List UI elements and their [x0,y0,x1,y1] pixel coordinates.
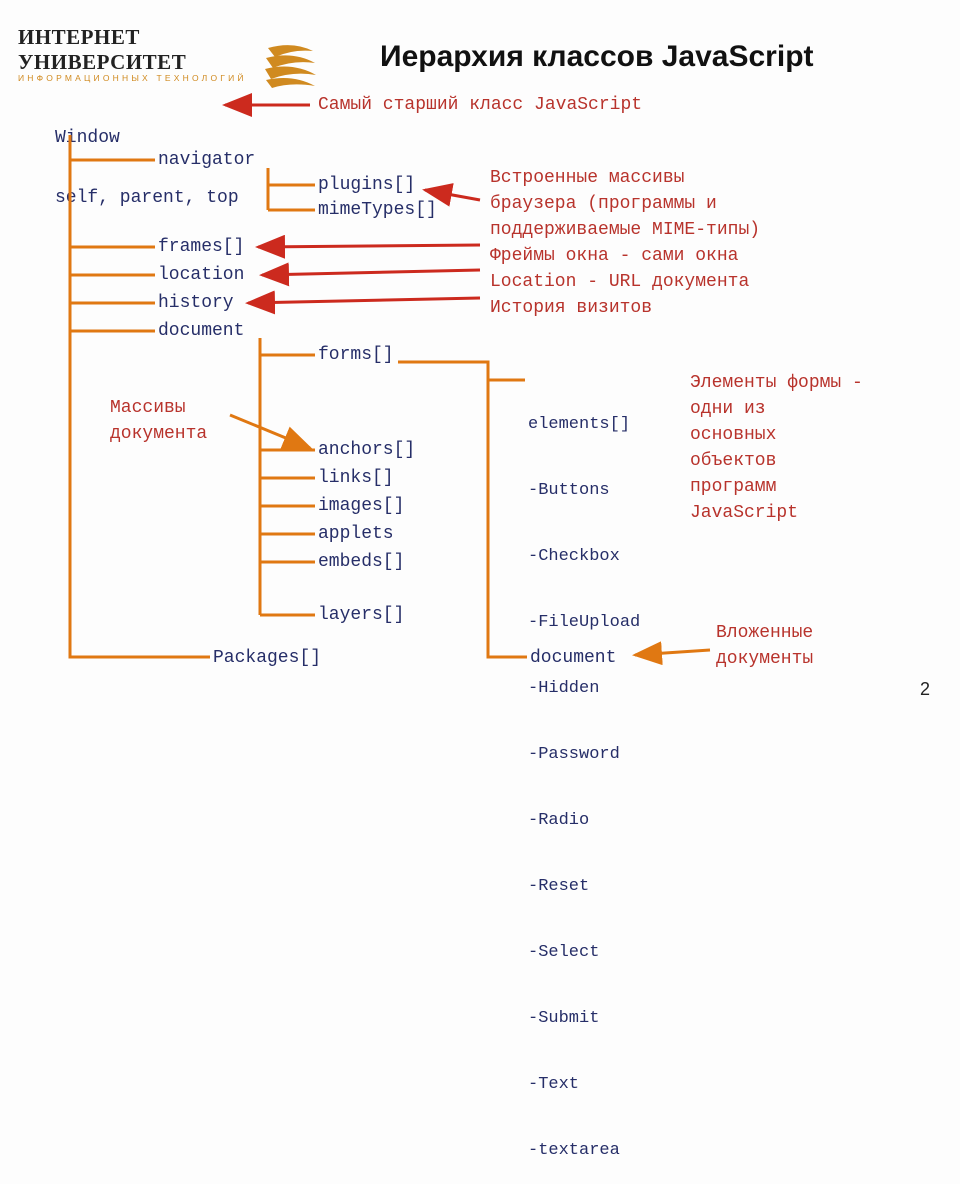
node-images: images[] [318,496,404,516]
logo-swoosh-icon [263,43,318,95]
logo: ИНТЕРНЕТ УНИВЕРСИТЕТ ИНФОРМАЦИОННЫХ ТЕХН… [18,25,308,83]
node-history: history [158,293,234,313]
annotation-browser: Встроенные массивы браузера (программы и… [490,165,760,321]
node-layers: layers[] [318,605,404,625]
annotation-root: Самый старший класс JavaScript [318,95,642,115]
node-applets: applets [318,524,394,544]
node-document: document [158,321,244,341]
node-navigator: navigator [158,150,255,170]
node-embeds: embeds[] [318,552,404,572]
node-frames: frames[] [158,237,244,257]
node-packages: Packages[] [213,648,321,668]
node-forms: forms[] [318,345,394,365]
annotation-docarrays: Массивы документа [110,395,207,447]
node-mimetypes: mimeTypes[] [318,200,437,220]
node-elements: elements[] -Buttons -Checkbox -FileUploa… [528,370,640,1184]
node-links: links[] [318,468,394,488]
annotation-formelements: Элементы формы - одни из основных объект… [690,370,863,526]
node-location: location [158,265,244,285]
node-layers-document: document [530,648,616,668]
node-anchors: anchors[] [318,440,415,460]
page-number: 2 [920,679,930,700]
annotation-nested: Вложенные документы [716,620,813,672]
page-title: Иерархия классов JavaScript [380,40,814,74]
node-plugins: plugins[] [318,175,415,195]
